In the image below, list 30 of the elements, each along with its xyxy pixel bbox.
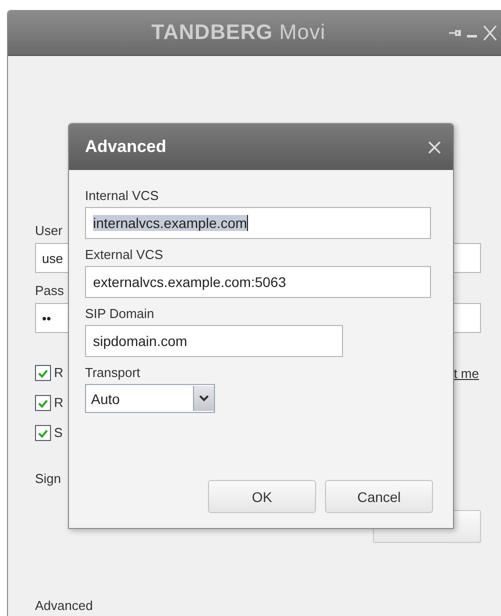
field-label: SIP Domain <box>85 306 154 321</box>
field-label: External VCS <box>85 247 164 262</box>
window-title: TANDBERG Movi <box>150 21 327 45</box>
cancel-button[interactable]: Cancel <box>325 480 433 513</box>
forgot-link[interactable]: t me <box>454 366 479 380</box>
checkbox-label: S <box>54 425 63 440</box>
input-field[interactable]: sipdomain.com <box>85 325 343 357</box>
input-field[interactable]: internalvcs.example.com <box>85 207 431 239</box>
field-label: Transport <box>85 365 140 380</box>
advanced-link[interactable]: Advanced <box>35 598 93 613</box>
transport-dropdown[interactable]: Auto <box>85 384 215 413</box>
close-icon[interactable] <box>428 140 441 154</box>
check-icon <box>38 368 48 378</box>
password-label: Pass <box>35 283 64 298</box>
status-label: Sign <box>35 471 62 486</box>
pin-icon[interactable] <box>449 29 461 37</box>
field-label: Internal VCS <box>85 188 159 203</box>
chevron-down-icon <box>199 395 209 402</box>
checkbox-label: R <box>54 395 64 410</box>
check-icon <box>38 398 48 408</box>
close-icon[interactable] <box>483 25 497 41</box>
checkbox[interactable] <box>35 425 51 441</box>
dialog-title: Advanced <box>85 137 166 157</box>
checkbox[interactable] <box>35 395 51 411</box>
check-icon <box>38 428 48 438</box>
checkbox[interactable] <box>35 365 51 381</box>
input-field[interactable]: externalvcs.example.com:5063 <box>85 266 431 298</box>
checkbox-label: R <box>54 365 64 380</box>
username-label: User <box>35 223 62 238</box>
ok-button[interactable]: OK <box>208 480 316 513</box>
